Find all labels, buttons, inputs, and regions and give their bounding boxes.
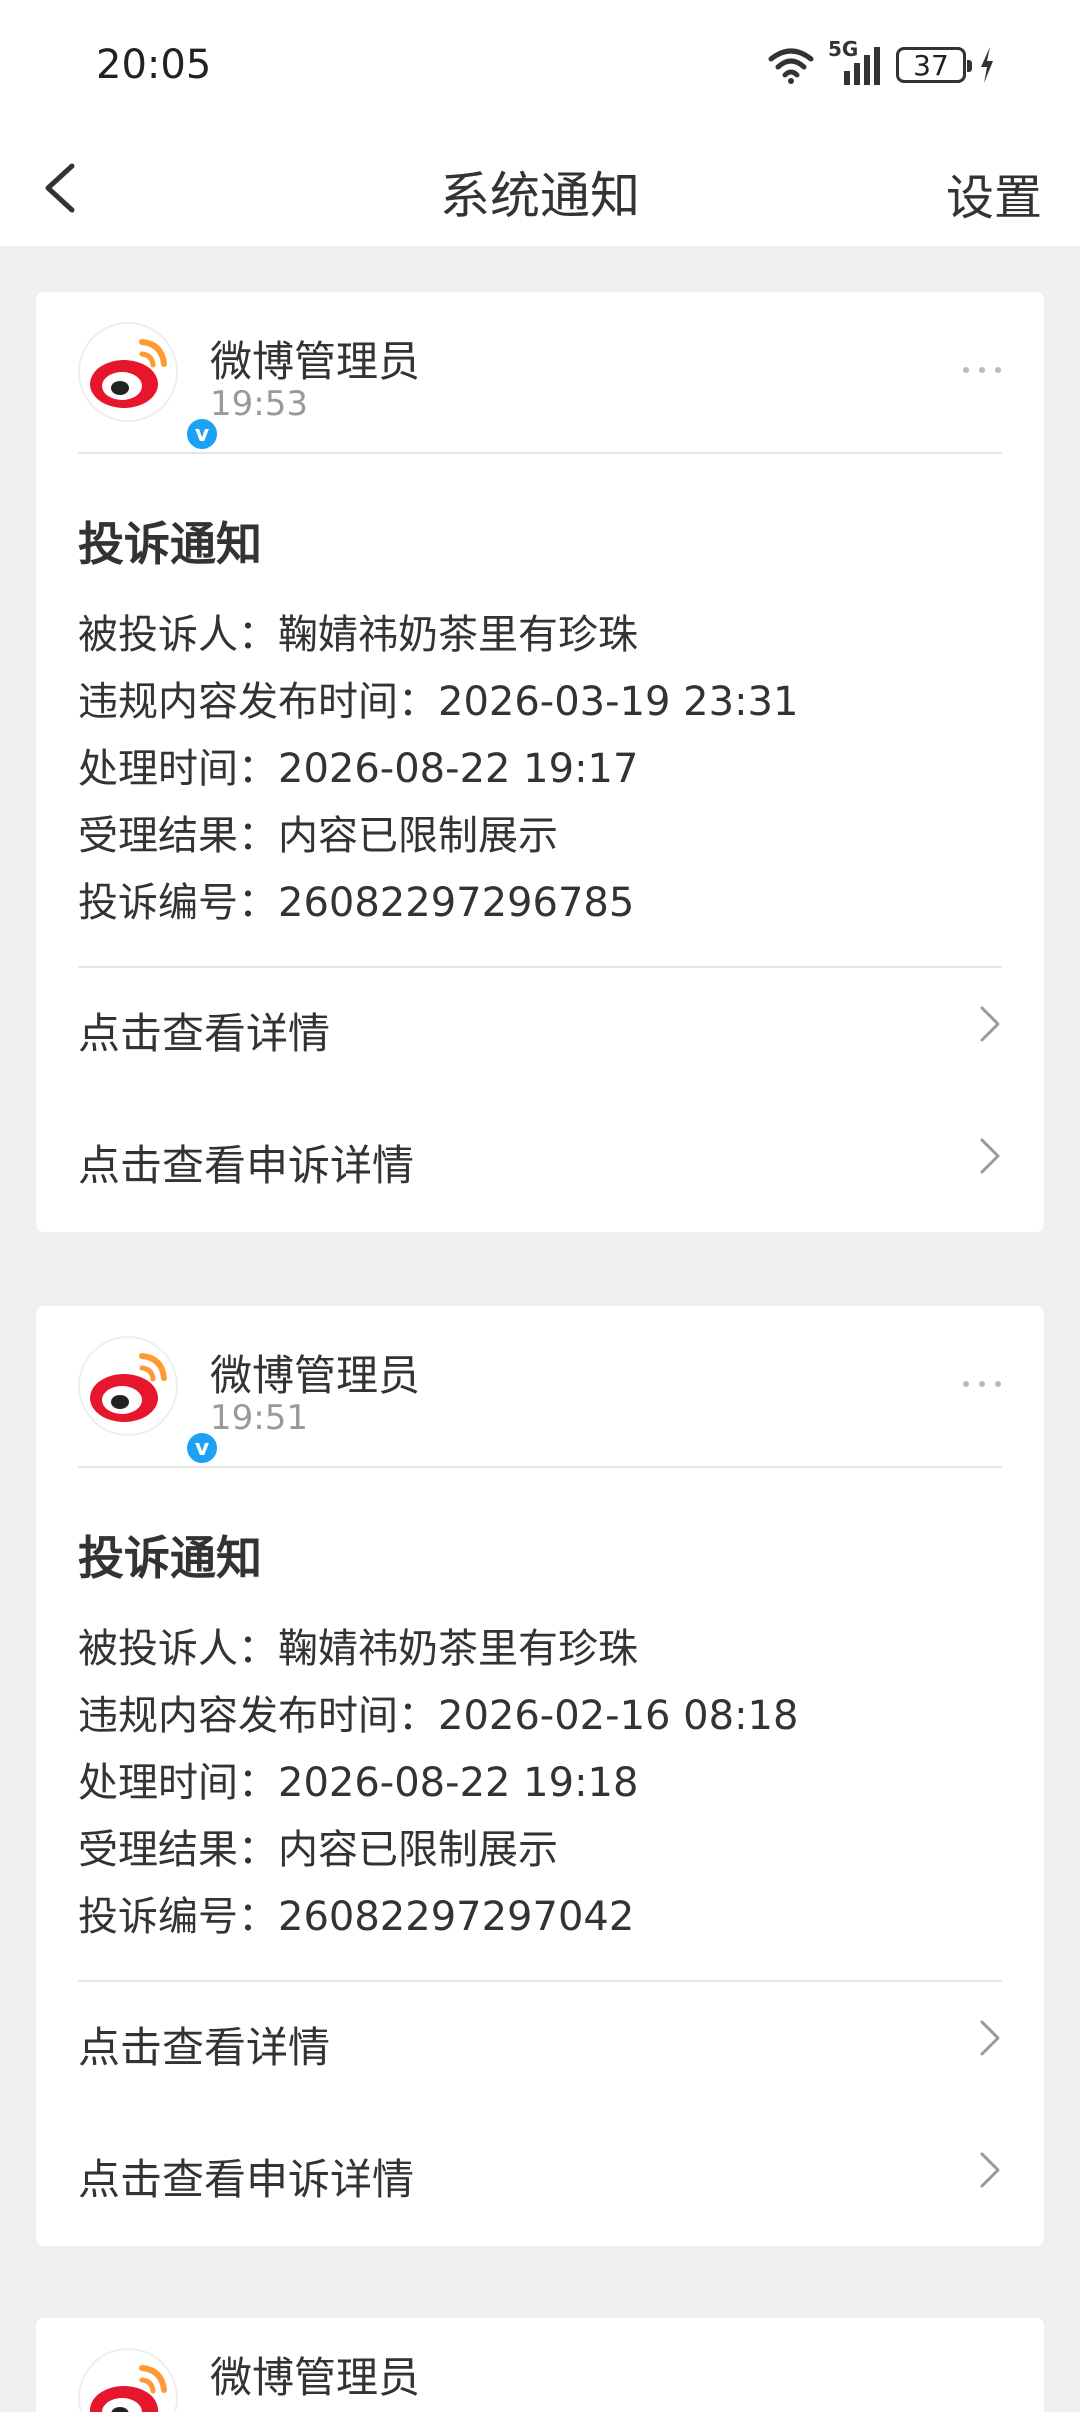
- handle-time-value: 2026-08-22 19:18: [278, 1760, 639, 1806]
- avatar[interactable]: v: [78, 1336, 220, 1466]
- status-icons: 5G 37: [766, 37, 996, 90]
- notice-title: 投诉通知: [78, 1531, 262, 1585]
- more-icon[interactable]: [960, 1376, 1004, 1392]
- chevron-right-icon: [980, 1138, 1000, 1174]
- avatar[interactable]: v: [78, 322, 220, 452]
- sender-name: 微博管理员: [210, 337, 421, 386]
- defendant-line: 被投诉人：鞠婧祎奶茶里有珍珠: [78, 1616, 638, 1674]
- battery-level: 37: [913, 48, 949, 82]
- result-value: 内容已限制展示: [278, 813, 558, 859]
- result-label: 受理结果：: [78, 1827, 278, 1873]
- result-line: 受理结果：内容已限制展示: [78, 803, 558, 861]
- publish-time-line: 违规内容发布时间：2026-02-16 08:18: [78, 1683, 798, 1741]
- signal-icon: 5G: [828, 37, 884, 87]
- complaint-no-value: 26082297297042: [278, 1894, 635, 1940]
- weibo-logo-icon: [90, 339, 167, 408]
- settings-button[interactable]: 设置: [946, 158, 1042, 228]
- divider: [78, 1466, 1002, 1468]
- weibo-logo-icon: [90, 2365, 167, 2412]
- chevron-right-icon: [980, 2020, 1000, 2056]
- chevron-right-icon: [980, 1006, 1000, 1042]
- result-value: 内容已限制展示: [278, 1827, 558, 1873]
- defendant-value: 鞠婧祎奶茶里有珍珠: [278, 612, 638, 658]
- notice-title: 投诉通知: [78, 517, 262, 571]
- result-label: 受理结果：: [78, 813, 278, 859]
- sender-name: 微博管理员: [210, 2353, 421, 2402]
- view-appeal-details-label: 点击查看申诉详情: [78, 1141, 415, 1190]
- result-line: 受理结果：内容已限制展示: [78, 1817, 558, 1875]
- view-details-label: 点击查看详情: [78, 1009, 331, 1058]
- avatar[interactable]: [78, 2348, 178, 2412]
- page-title: 系统通知: [440, 167, 640, 225]
- view-details-label: 点击查看详情: [78, 2023, 331, 2072]
- message-time: 19:53: [210, 384, 308, 424]
- message-time: 19:51: [210, 1398, 308, 1438]
- complaint-no-label: 投诉编号：: [78, 1894, 278, 1940]
- view-details-link[interactable]: 点击查看详情: [36, 1982, 1044, 2092]
- defendant-label: 被投诉人：: [78, 612, 278, 658]
- nav-bar: 系统通知 设置: [0, 130, 1080, 246]
- wifi-icon: [768, 48, 814, 84]
- complaint-no-line: 投诉编号：26082297296785: [78, 870, 634, 928]
- complaint-no-label: 投诉编号：: [78, 880, 278, 926]
- defendant-value: 鞠婧祎奶茶里有珍珠: [278, 1626, 638, 1672]
- view-appeal-details-label: 点击查看申诉详情: [78, 2155, 415, 2204]
- charging-icon: [981, 47, 993, 83]
- publish-time-value: 2026-03-19 23:31: [438, 679, 799, 725]
- battery-icon: 37: [896, 47, 972, 83]
- more-icon[interactable]: [960, 362, 1004, 378]
- handle-time-label: 处理时间：: [78, 1760, 278, 1806]
- publish-time-line: 违规内容发布时间：2026-03-19 23:31: [78, 669, 798, 727]
- status-time: 20:05: [96, 42, 212, 88]
- divider: [78, 452, 1002, 454]
- defendant-line: 被投诉人：鞠婧祎奶茶里有珍珠: [78, 602, 638, 660]
- chevron-right-icon: [980, 2152, 1000, 2188]
- handle-time-line: 处理时间：2026-08-22 19:18: [78, 1750, 638, 1808]
- publish-time-label: 违规内容发布时间：: [78, 679, 438, 725]
- handle-time-label: 处理时间：: [78, 746, 278, 792]
- notification-card: v 微博管理员 19:51 投诉通知 被投诉人：鞠婧祎奶茶里有珍珠 违规内容发布…: [36, 1306, 1044, 2246]
- sender-name: 微博管理员: [210, 1351, 421, 1400]
- complaint-no-line: 投诉编号：26082297297042: [78, 1884, 634, 1942]
- defendant-label: 被投诉人：: [78, 1626, 278, 1672]
- notification-card: 微博管理员: [36, 2318, 1044, 2412]
- handle-time-value: 2026-08-22 19:17: [278, 746, 639, 792]
- view-appeal-details-link[interactable]: 点击查看申诉详情: [36, 2114, 1044, 2224]
- publish-time-value: 2026-02-16 08:18: [438, 1693, 799, 1739]
- notification-card: v 微博管理员 19:53 投诉通知 被投诉人：鞠婧祎奶茶里有珍珠 违规内容发布…: [36, 292, 1044, 1232]
- handle-time-line: 处理时间：2026-08-22 19:17: [78, 736, 638, 794]
- view-details-link[interactable]: 点击查看详情: [36, 968, 1044, 1078]
- complaint-no-value: 26082297296785: [278, 880, 635, 926]
- status-bar: 20:05 5G 37: [0, 0, 1080, 130]
- weibo-logo-icon: [90, 1353, 167, 1422]
- view-appeal-details-link[interactable]: 点击查看申诉详情: [36, 1100, 1044, 1210]
- publish-time-label: 违规内容发布时间：: [78, 1693, 438, 1739]
